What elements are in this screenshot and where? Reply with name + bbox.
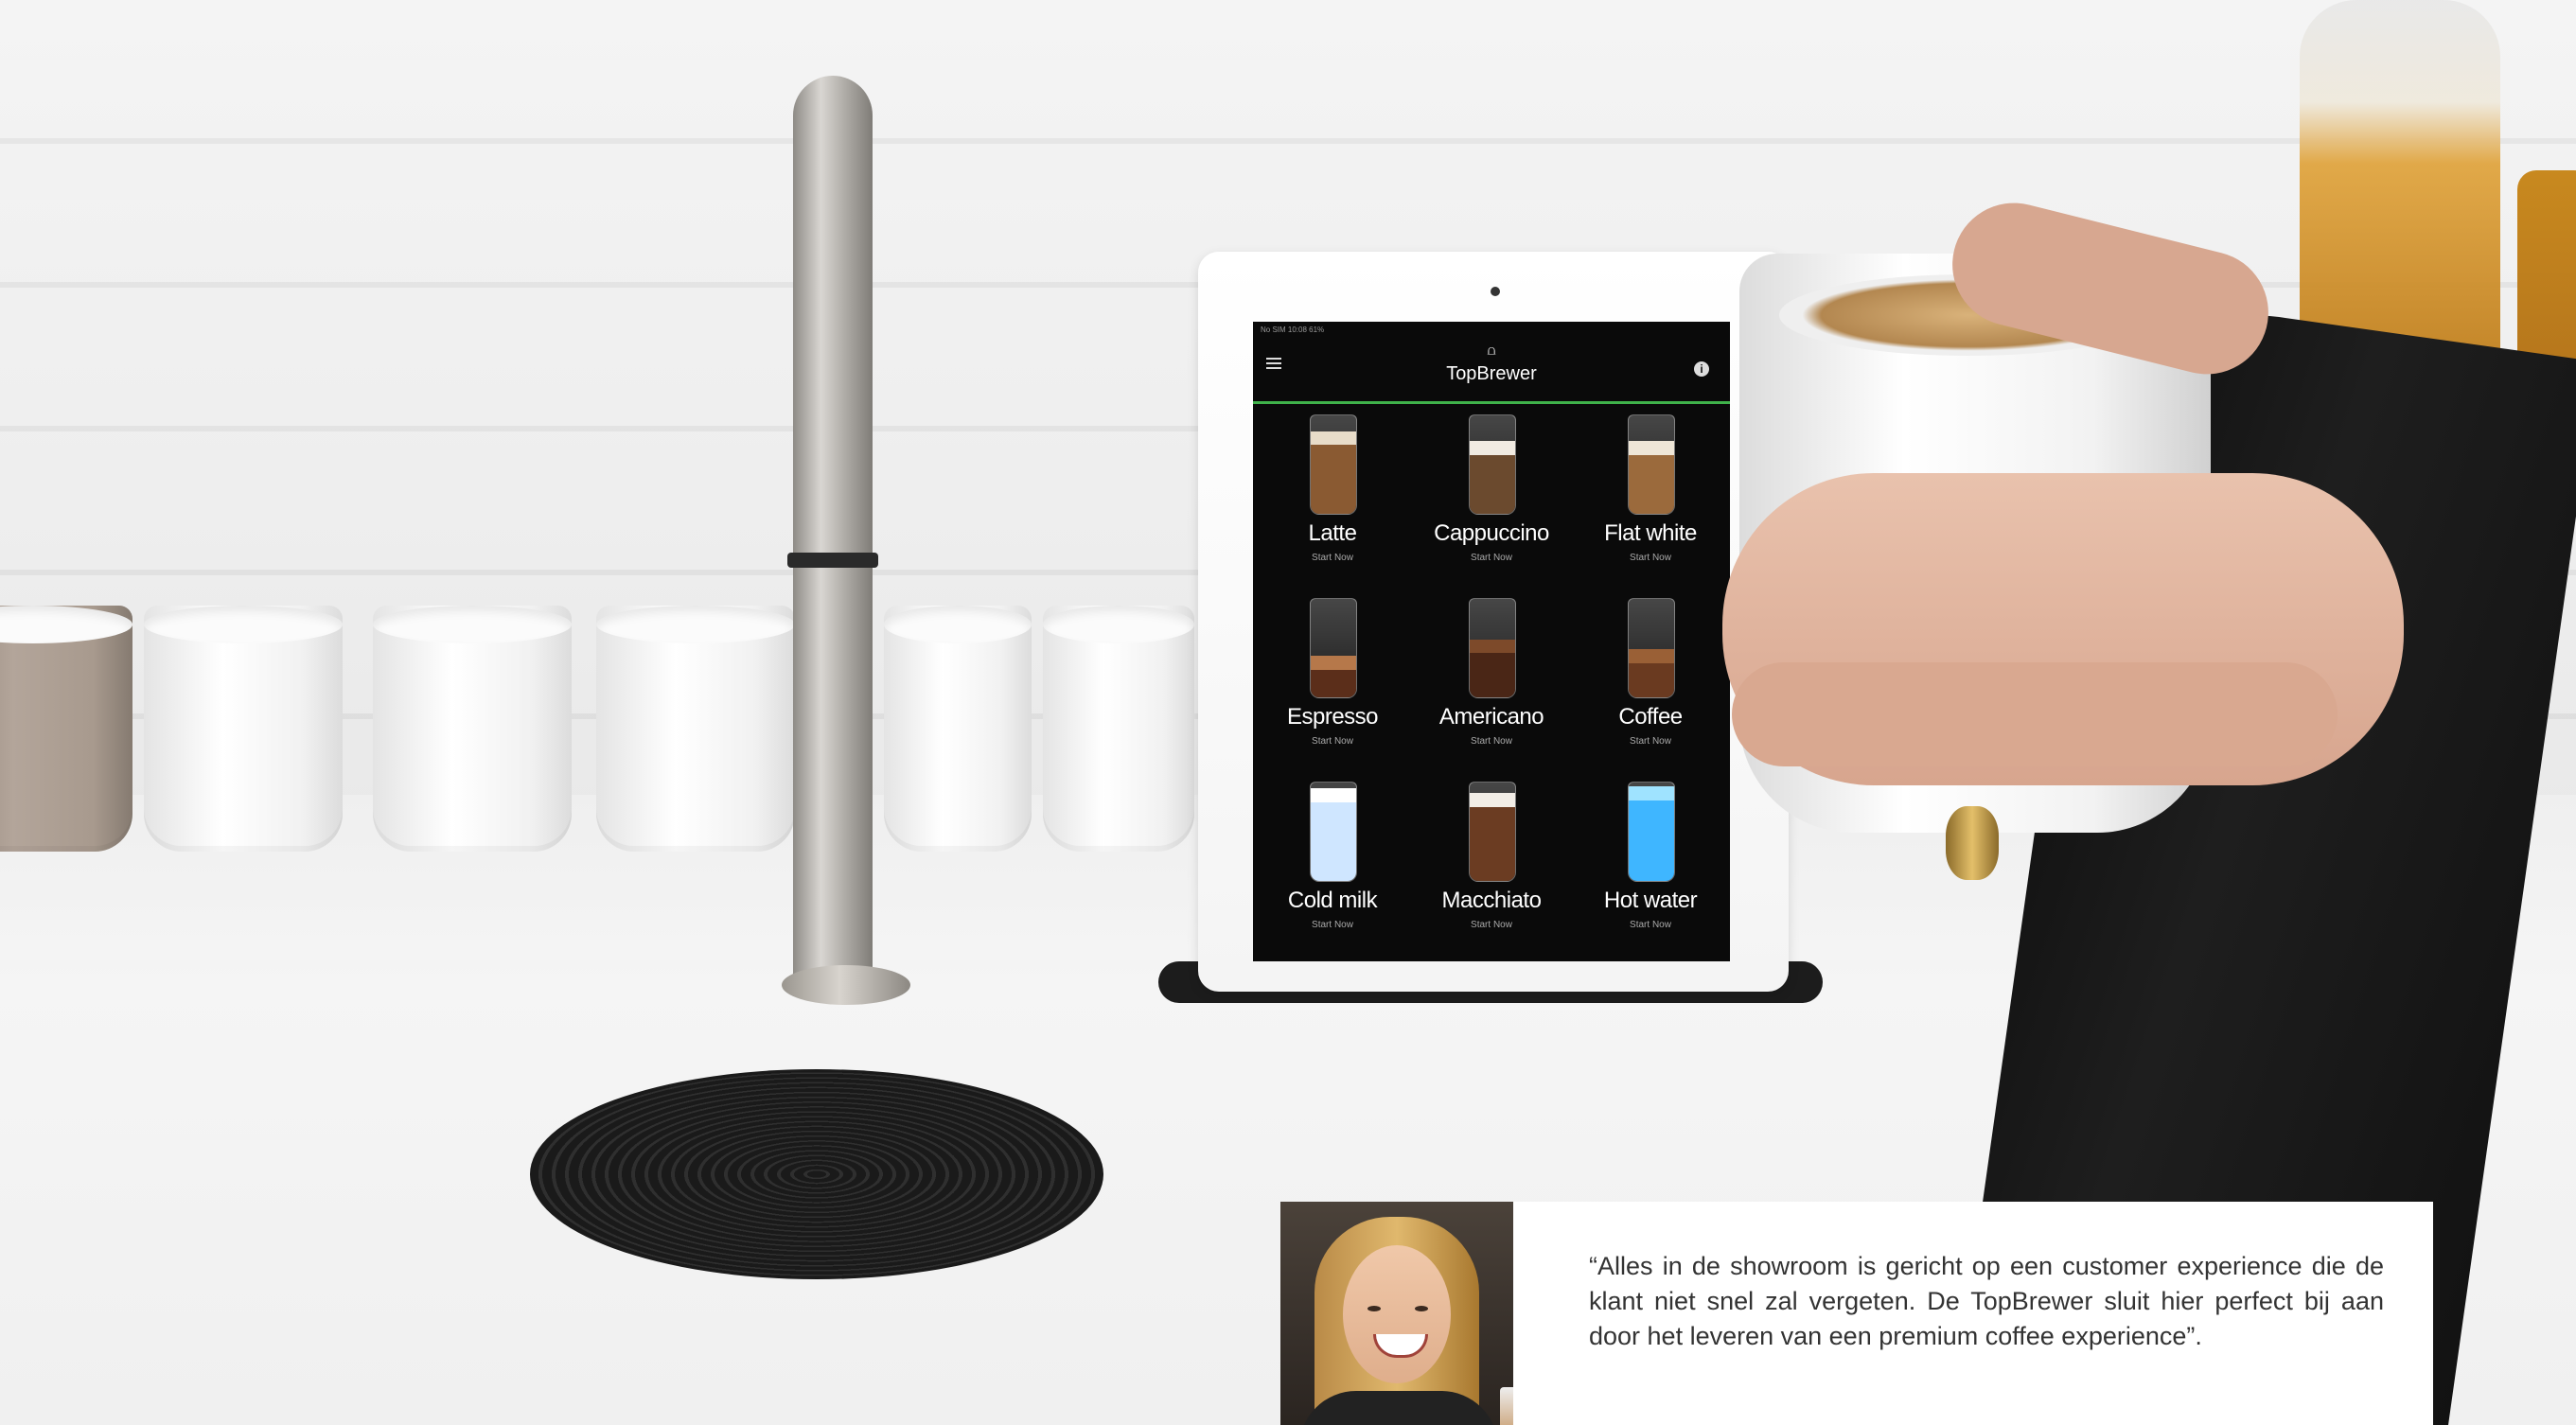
glass-icon [1469,782,1516,882]
glass-icon [1310,414,1357,515]
start-now-link[interactable]: Start Now [1253,736,1412,747]
drink-fill [1629,800,1674,881]
start-now-link[interactable]: Start Now [1412,920,1571,930]
app-header: No SIM 10:08 61% ⩍ TopBrewer i [1253,322,1730,404]
quote-card: “Alles in de showroom is gericht op een … [1280,1202,2433,1425]
drink-name: Cappuccino [1434,520,1549,546]
tablet-screen: No SIM 10:08 61% ⩍ TopBrewer i Latte Star… [1253,322,1730,961]
drink-tile-americano[interactable]: Americano Start Now [1412,592,1571,776]
glass-icon [1469,414,1516,515]
portrait-photo [1280,1202,1513,1425]
start-now-link[interactable]: Start Now [1571,736,1730,747]
drink-name: Flat white [1604,520,1697,546]
drink-foam [1311,431,1356,446]
drink-foam [1629,441,1674,455]
white-cup [373,606,572,852]
start-now-link[interactable]: Start Now [1571,553,1730,563]
finger [1732,662,2338,766]
camera-icon [1491,287,1500,296]
taupe-cup [0,606,132,852]
drink-foam [1470,639,1515,654]
faucet-base [782,965,910,1005]
drink-tile-coffee[interactable]: Coffee Start Now [1571,592,1730,776]
drink-tile-latte[interactable]: Latte Start Now [1253,409,1412,592]
drink-name: Macchiato [1441,888,1542,913]
drink-name: Americano [1438,704,1544,730]
start-now-link[interactable]: Start Now [1412,736,1571,747]
face [1343,1245,1451,1383]
drink-grid: Latte Start Now Cappuccino Start Now Flat wh… [1253,409,1730,961]
drink-fill [1311,669,1356,697]
drink-tile-cold-milk[interactable]: Cold milk Start Now [1253,776,1412,959]
start-now-link[interactable]: Start Now [1253,553,1412,563]
drink-foam [1470,793,1515,807]
glass-icon [1628,598,1675,698]
drink-tile-flat-white[interactable]: Flat white Start Now [1571,409,1730,592]
glass-icon [1310,598,1357,698]
drink-fill [1629,454,1674,514]
faucet-ring [787,553,878,568]
drink-name: Cold milk [1287,888,1378,913]
drink-name: Latte [1308,520,1357,546]
brand-title: TopBrewer [1446,363,1537,384]
gold-ring [1946,806,1999,880]
drink-name: Espresso [1286,704,1379,730]
start-now-link[interactable]: Start Now [1412,553,1571,563]
drink-fill [1470,454,1515,514]
white-cup [144,606,343,852]
glass-icon [1469,598,1516,698]
small-cup [1500,1387,1513,1425]
start-now-link[interactable]: Start Now [1253,920,1412,930]
drink-tile-macchiato[interactable]: Macchiato Start Now [1412,776,1571,959]
info-icon[interactable]: i [1694,361,1709,377]
drink-fill [1629,662,1674,697]
quote-text: “Alles in de showroom is gericht op een … [1589,1252,2384,1350]
drink-tile-espresso[interactable]: Espresso Start Now [1253,592,1412,776]
drink-fill [1470,807,1515,881]
drink-name: Hot water [1603,888,1698,913]
drink-foam [1311,656,1356,670]
drink-tile-cappuccino[interactable]: Cappuccino Start Now [1412,409,1571,592]
drink-name: Coffee [1618,704,1683,730]
glass-icon [1310,782,1357,882]
drink-fill [1470,653,1515,697]
drink-fill [1311,445,1356,514]
white-cup [596,606,795,852]
status-bar: No SIM 10:08 61% [1261,325,1325,334]
drink-foam [1470,441,1515,455]
drink-foam [1311,788,1356,802]
drink-foam [1629,649,1674,663]
white-cup [1043,606,1194,852]
glass-icon [1628,782,1675,882]
eye [1367,1306,1381,1311]
white-cup [884,606,1032,852]
drink-foam [1629,786,1674,800]
drink-fill [1311,801,1356,881]
glass-icon [1628,414,1675,515]
start-now-link[interactable]: Start Now [1571,920,1730,930]
steel-faucet [793,76,873,984]
photo-scene: No SIM 10:08 61% ⩍ TopBrewer i Latte Star… [0,0,2576,1425]
drip-tray-grate [530,1069,1103,1279]
logo-icon: ⩍ [1487,343,1496,358]
eye [1415,1306,1428,1311]
drink-tile-hot-water[interactable]: Hot water Start Now [1571,776,1730,959]
